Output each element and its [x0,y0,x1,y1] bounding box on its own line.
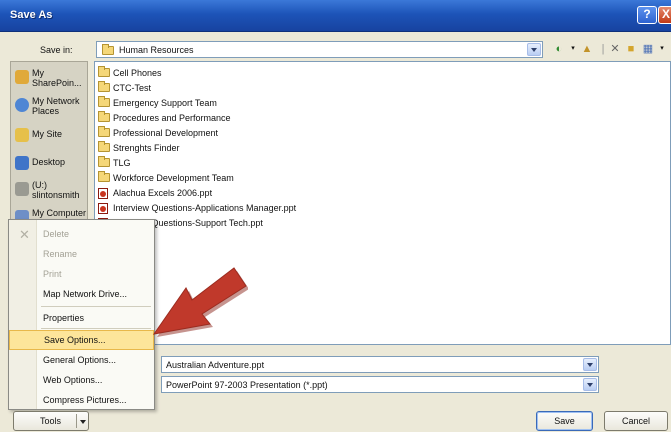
help-button[interactable]: ? [637,6,657,24]
current-folder-label: Human Resources [119,45,194,55]
place-label: My Network Places [32,96,80,116]
place-label: My Site [32,129,63,139]
file-name-field[interactable]: Australian Adventure.ppt [161,356,599,373]
back-icon[interactable]: ◐ [552,42,566,56]
split-divider [76,414,77,428]
my-site-icon [15,128,29,142]
menu-item-compress-pictures[interactable]: Compress Pictures... [9,390,154,410]
chevron-down-icon [80,420,86,424]
place-label: My Computer [32,208,87,218]
place-my-network-places[interactable]: My Network Places [15,96,87,120]
file-name-value: Australian Adventure.ppt [166,360,265,370]
menu-item-label: Save Options... [44,335,106,345]
menu-item-delete[interactable]: ✕ Delete [9,224,154,244]
tools-label: Tools [40,416,62,426]
menu-item-label: General Options... [43,355,117,365]
dialog-title: Save As [10,9,53,21]
menu-item-print[interactable]: Print [9,264,154,284]
folder-icon [98,156,110,169]
file-name: Alachua Excels 2006.ppt [113,188,213,198]
save-as-type-value: PowerPoint 97-2003 Presentation (*.ppt) [166,380,328,390]
folder-icon [98,66,110,79]
folder-icon [98,81,110,94]
save-button[interactable]: Save [536,411,593,431]
menu-item-label: Properties [43,313,85,323]
menu-item-general-options[interactable]: General Options... [9,350,154,370]
place-u-drive[interactable]: (U:) slintonsmith [15,180,87,204]
save-in-dropdown[interactable]: Human Resources [96,41,543,58]
menu-item-label: Rename [43,249,78,259]
menu-item-rename[interactable]: Rename [9,244,154,264]
tools-menu: ✕ Delete Rename Print Map Network Drive.… [8,219,155,410]
place-label: My SharePoin... [32,68,82,88]
menu-item-label: Compress Pictures... [43,395,127,405]
folder-icon [102,44,114,57]
menu-item-label: Map Network Drive... [43,289,128,299]
save-as-dialog: Save As ? X Save in: Human Resources ◐ ▾… [0,0,671,432]
file-name: TLG [113,158,131,168]
menu-item-label: Print [43,269,62,279]
new-folder-icon[interactable]: ■ [624,42,638,56]
delete-icon[interactable]: ✕ [608,42,622,56]
menu-item-map-network-drive[interactable]: Map Network Drive... [9,284,154,304]
folder-icon [98,111,110,124]
folder-icon [98,171,110,184]
callout-arrow-icon [152,267,248,337]
close-button[interactable]: X [658,6,671,24]
up-folder-icon[interactable]: ▲ [580,42,594,56]
file-name: Emergency Support Team [113,98,217,108]
menu-item-save-options[interactable]: Save Options... [9,330,154,350]
views-icon[interactable]: ▦ [641,42,655,56]
file-name: Strenghts Finder [113,143,180,153]
menu-item-label: Web Options... [43,375,103,385]
ppt-file-icon [98,188,108,201]
ppt-file-icon [98,203,108,216]
place-my-site[interactable]: My Site [15,128,87,144]
views-dropdown-icon[interactable]: ▾ [655,42,669,56]
file-name: Cell Phones [113,68,162,78]
menu-item-properties[interactable]: Properties [9,308,154,328]
save-in-label: Save in: [40,45,73,55]
place-my-sharepoint[interactable]: My SharePoin... [15,68,87,92]
place-label: (U:) slintonsmith [32,180,80,200]
file-name: Workforce Development Team [113,173,234,183]
folder-icon [98,96,110,109]
navigation-toolbar: ◐ ▾ ▲ | ✕ ■ ▦ ▾ [552,40,667,60]
menu-separator [41,328,151,329]
network-places-icon [15,98,29,112]
file-name: Professional Development [113,128,219,138]
drive-icon [15,182,29,196]
save-as-type-dropdown[interactable]: PowerPoint 97-2003 Presentation (*.ppt) [161,376,599,393]
back-dropdown-icon[interactable]: ▾ [566,42,580,56]
chevron-down-icon[interactable] [583,378,597,391]
menu-item-web-options[interactable]: Web Options... [9,370,154,390]
menu-item-label: Delete [43,229,70,239]
file-name: CTC-Test [113,83,151,93]
folder-icon [98,126,110,139]
cancel-button[interactable]: Cancel [604,411,668,431]
file-name: Interview Questions-Applications Manager… [113,203,297,213]
place-label: Desktop [32,157,66,167]
file-name: Procedures and Performance [113,113,231,123]
tools-button[interactable]: Tools [13,411,89,431]
title-bar[interactable]: Save As ? X [0,0,671,32]
place-desktop[interactable]: Desktop [15,156,87,172]
chevron-down-icon[interactable] [527,43,541,56]
delete-icon: ✕ [19,227,30,242]
menu-separator [41,306,151,307]
sharepoint-icon [15,70,29,84]
desktop-icon [15,156,29,170]
chevron-down-icon[interactable] [583,358,597,371]
folder-icon [98,141,110,154]
